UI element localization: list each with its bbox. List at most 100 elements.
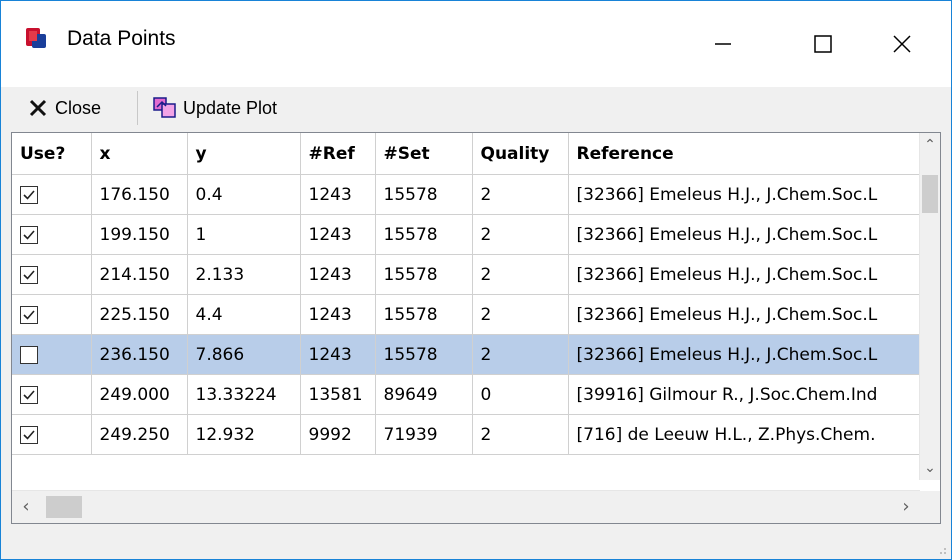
use-cell[interactable]: [12, 414, 92, 455]
quality-cell[interactable]: 2: [472, 294, 569, 335]
ref-cell[interactable]: 13581: [300, 374, 376, 415]
x-cell[interactable]: 199.150: [91, 214, 188, 255]
set-cell[interactable]: 71939: [375, 414, 473, 455]
y-cell[interactable]: 4.4: [187, 294, 301, 335]
x-cell[interactable]: 176.150: [91, 174, 188, 215]
column-header-set[interactable]: #Set: [375, 133, 473, 175]
use-cell[interactable]: [12, 374, 92, 415]
table-row[interactable]: 249.000 13.33224 13581 89649 0 [39916] Gilmou…: [12, 374, 921, 415]
checkmark-icon: [23, 389, 35, 400]
y-cell[interactable]: 0.4: [187, 174, 301, 215]
scrollbar-corner: [920, 491, 940, 523]
window-close-button[interactable]: [853, 1, 951, 87]
y-cell[interactable]: 2.133: [187, 254, 301, 295]
set-cell[interactable]: 15578: [375, 334, 473, 375]
column-header-reference[interactable]: Reference: [568, 133, 921, 175]
scroll-up-icon[interactable]: ⌃: [920, 135, 940, 155]
ref-cell[interactable]: 1243: [300, 174, 376, 215]
minimize-icon: [715, 43, 731, 45]
app-icon: [23, 25, 49, 51]
ref-cell[interactable]: 1243: [300, 214, 376, 255]
data-grid[interactable]: Use? x y #Ref #Set Quality Reference 176…: [11, 132, 941, 524]
vertical-scroll-thumb[interactable]: [922, 175, 938, 213]
quality-cell[interactable]: 0: [472, 374, 569, 415]
ref-cell[interactable]: 1243: [300, 334, 376, 375]
quality-cell[interactable]: 2: [472, 414, 569, 455]
use-checkbox[interactable]: [20, 385, 38, 404]
window-title: Data Points: [67, 27, 176, 50]
reference-cell[interactable]: [32366] Emeleus H.J., J.Chem.Soc.L: [568, 254, 921, 295]
table-row[interactable]: 214.150 2.133 1243 15578 2 [32366] Emeleus H.…: [12, 254, 921, 295]
data-table: Use? x y #Ref #Set Quality Reference 176…: [12, 133, 921, 455]
table-row[interactable]: 199.150 1 1243 15578 2 [32366] Emeleus H.J., …: [12, 214, 921, 255]
use-cell[interactable]: [12, 214, 92, 255]
use-checkbox[interactable]: [20, 305, 38, 324]
ref-cell[interactable]: 9992: [300, 414, 376, 455]
reference-cell[interactable]: [32366] Emeleus H.J., J.Chem.Soc.L: [568, 214, 921, 255]
use-cell[interactable]: [12, 334, 92, 375]
set-cell[interactable]: 15578: [375, 174, 473, 215]
use-checkbox[interactable]: [20, 185, 38, 204]
close-button-label: Close: [55, 97, 102, 118]
x-cell[interactable]: 249.250: [91, 414, 188, 455]
y-cell[interactable]: 12.932: [187, 414, 301, 455]
ref-cell[interactable]: 1243: [300, 254, 376, 295]
set-cell[interactable]: 89649: [375, 374, 473, 415]
scroll-down-icon[interactable]: ⌄: [920, 458, 940, 478]
checkmark-icon: [23, 189, 35, 200]
y-cell[interactable]: 7.866: [187, 334, 301, 375]
use-cell[interactable]: [12, 174, 92, 215]
x-cell[interactable]: 249.000: [91, 374, 188, 415]
update-plot-icon: [153, 97, 176, 118]
column-header-quality[interactable]: Quality: [472, 133, 569, 175]
x-cell[interactable]: 236.150: [91, 334, 188, 375]
x-cell[interactable]: 214.150: [91, 254, 188, 295]
y-cell[interactable]: 1: [187, 214, 301, 255]
quality-cell[interactable]: 2: [472, 254, 569, 295]
x-cell[interactable]: 225.150: [91, 294, 188, 335]
reference-cell[interactable]: [39916] Gilmour R., J.Soc.Chem.Ind: [568, 374, 921, 415]
use-checkbox[interactable]: [20, 345, 38, 364]
reference-cell[interactable]: [32366] Emeleus H.J., J.Chem.Soc.L: [568, 334, 921, 375]
column-header-use[interactable]: Use?: [12, 133, 92, 175]
column-header-x[interactable]: x: [91, 133, 188, 175]
quality-cell[interactable]: 2: [472, 334, 569, 375]
resize-grip-icon[interactable]: [935, 543, 947, 555]
checkmark-icon: [23, 429, 35, 440]
quality-cell[interactable]: 2: [472, 174, 569, 215]
use-cell[interactable]: [12, 294, 92, 335]
table-row[interactable]: 225.150 4.4 1243 15578 2 [32366] Emeleus H.J.…: [12, 294, 921, 335]
vertical-scrollbar[interactable]: ⌃ ⌄: [919, 133, 940, 480]
set-cell[interactable]: 15578: [375, 214, 473, 255]
set-cell[interactable]: 15578: [375, 254, 473, 295]
checkmark-icon: [23, 309, 35, 320]
table-row[interactable]: 249.250 12.932 9992 71939 2 [716] de Leeuw H.…: [12, 414, 921, 455]
scroll-right-icon[interactable]: ›: [896, 497, 916, 517]
column-header-ref[interactable]: #Ref: [300, 133, 376, 175]
table-row[interactable]: 176.150 0.4 1243 15578 2 [32366] Emeleus H.J.…: [12, 174, 921, 215]
reference-cell[interactable]: [32366] Emeleus H.J., J.Chem.Soc.L: [568, 294, 921, 335]
quality-cell[interactable]: 2: [472, 214, 569, 255]
scroll-left-icon[interactable]: ‹: [16, 497, 36, 517]
use-cell[interactable]: [12, 254, 92, 295]
horizontal-scrollbar[interactable]: ‹ ›: [12, 490, 920, 523]
checkmark-icon: [23, 229, 35, 240]
close-button[interactable]: Close: [27, 93, 101, 123]
table-row[interactable]: 236.150 7.866 1243 15578 2 [32366] Emeleus H.…: [12, 334, 921, 375]
use-checkbox[interactable]: [20, 425, 38, 444]
close-icon: [893, 35, 911, 53]
reference-cell[interactable]: [32366] Emeleus H.J., J.Chem.Soc.L: [568, 174, 921, 215]
set-cell[interactable]: 15578: [375, 294, 473, 335]
horizontal-scroll-thumb[interactable]: [46, 496, 82, 518]
minimize-button[interactable]: [673, 1, 773, 87]
title-bar[interactable]: Data Points: [1, 1, 951, 87]
column-header-y[interactable]: y: [187, 133, 301, 175]
use-checkbox[interactable]: [20, 265, 38, 284]
reference-cell[interactable]: [716] de Leeuw H.L., Z.Phys.Chem.: [568, 414, 921, 455]
y-cell[interactable]: 13.33224: [187, 374, 301, 415]
checkmark-icon: [23, 269, 35, 280]
update-plot-button[interactable]: Update Plot: [153, 93, 277, 123]
header-row: Use? x y #Ref #Set Quality Reference: [12, 133, 921, 175]
ref-cell[interactable]: 1243: [300, 294, 376, 335]
use-checkbox[interactable]: [20, 225, 38, 244]
